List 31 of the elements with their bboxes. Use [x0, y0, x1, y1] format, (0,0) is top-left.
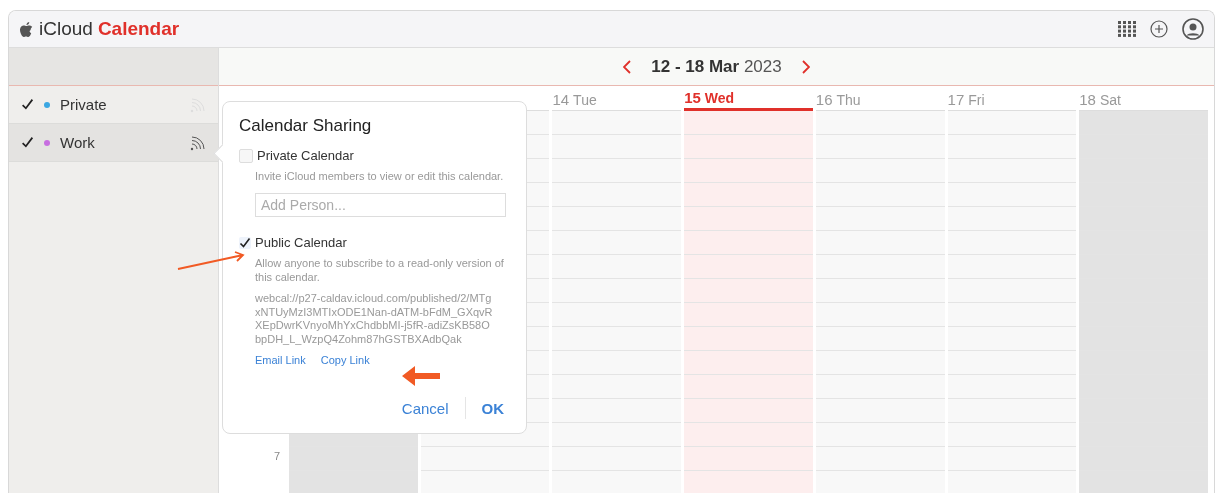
add-icon[interactable]	[1150, 20, 1168, 38]
hour-label: 7	[273, 450, 280, 462]
week-range: 12 - 18 Mar 2023	[651, 56, 782, 77]
calendar-name: Work	[60, 134, 95, 151]
popover-title: Calendar Sharing	[239, 116, 373, 136]
checkmark-icon[interactable]	[21, 136, 34, 149]
option-description: Invite iCloud members to view or edit this calendar.	[255, 169, 505, 183]
calendar-name: Private	[60, 96, 107, 113]
ok-button[interactable]: OK	[475, 399, 510, 417]
next-chevron-icon[interactable]	[801, 59, 810, 74]
annotation-arrow	[177, 251, 247, 271]
brand-name: iCloud	[39, 18, 93, 40]
account-icon[interactable]	[1182, 18, 1204, 40]
app-grid-icon[interactable]	[1118, 21, 1136, 37]
share-link[interactable]: Copy Link	[320, 354, 370, 366]
option-description: Allow anyone to subscribe to a read-only version of this calendar.	[255, 256, 505, 284]
checkbox-label: Private Calendar	[257, 148, 354, 163]
calendar-url: webcal://p27-caldav.icloud.com/published/2/MTgxNTUyMzI3MTIxODE1Nan-dATM-bFdM_GXqvRXEpDwrKVnyoMhYxChdbbMI-j5fR-adiZsKB58ObpDH_L_WzpQ4Zohm87hGSTBXAdbQak	[255, 292, 494, 346]
share-link[interactable]: Email Link	[255, 354, 306, 366]
apple-logo-icon	[19, 20, 33, 38]
broadcast-icon[interactable]	[190, 134, 206, 151]
checkmark-icon[interactable]	[21, 98, 34, 111]
calendar-list-item[interactable]: Work	[9, 124, 218, 162]
app-name: Calendar	[97, 18, 180, 40]
add-person-field[interactable]: Add Person...	[255, 193, 506, 217]
annotation-arrow	[401, 366, 441, 386]
cancel-button[interactable]: Cancel	[395, 399, 455, 417]
public-calendar-checkbox[interactable]	[239, 236, 251, 249]
previous-chevron-icon[interactable]	[623, 59, 632, 74]
private-calendar-checkbox[interactable]	[239, 148, 253, 163]
checkbox-label: Public Calendar	[255, 235, 347, 250]
